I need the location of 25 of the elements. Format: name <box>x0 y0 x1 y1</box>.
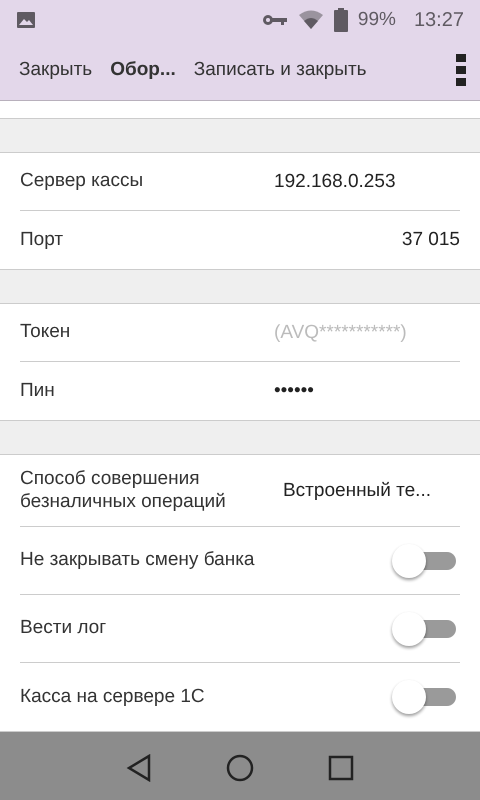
field-value[interactable]: 192.168.0.253 <box>274 170 396 192</box>
clock-time: 13:27 <box>414 8 464 32</box>
field-label: Касса на сервере 1С <box>20 686 206 708</box>
field-label: Сервер кассы <box>20 170 144 193</box>
more-options-icon[interactable] <box>456 54 466 86</box>
battery-icon <box>334 8 348 32</box>
key-icon <box>262 13 288 27</box>
field-label: Токен <box>20 321 72 344</box>
field-label: Вести лог <box>20 617 108 640</box>
recents-icon[interactable] <box>328 755 354 781</box>
toolbar-action[interactable]: Записать и закрыть <box>184 55 376 85</box>
image-icon <box>16 10 36 30</box>
battery-percent: 99% <box>358 9 396 31</box>
field-label: Пин <box>20 380 56 402</box>
form-title: Обор... <box>109 58 177 82</box>
field-label: Способ совершения безналичных операций <box>20 468 227 514</box>
field-value[interactable]: 37 015 <box>402 229 460 251</box>
field-label: Не закрывать смену банка <box>20 549 256 572</box>
back-icon[interactable] <box>126 754 152 782</box>
wifi-icon <box>298 10 324 30</box>
field-label: Порт <box>20 228 64 252</box>
select-field[interactable]: Встроенный те... <box>283 480 432 502</box>
field-value[interactable]: •••••• <box>274 380 314 402</box>
home-icon[interactable] <box>226 754 254 782</box>
toolbar-action[interactable]: Закрыть <box>10 55 102 85</box>
